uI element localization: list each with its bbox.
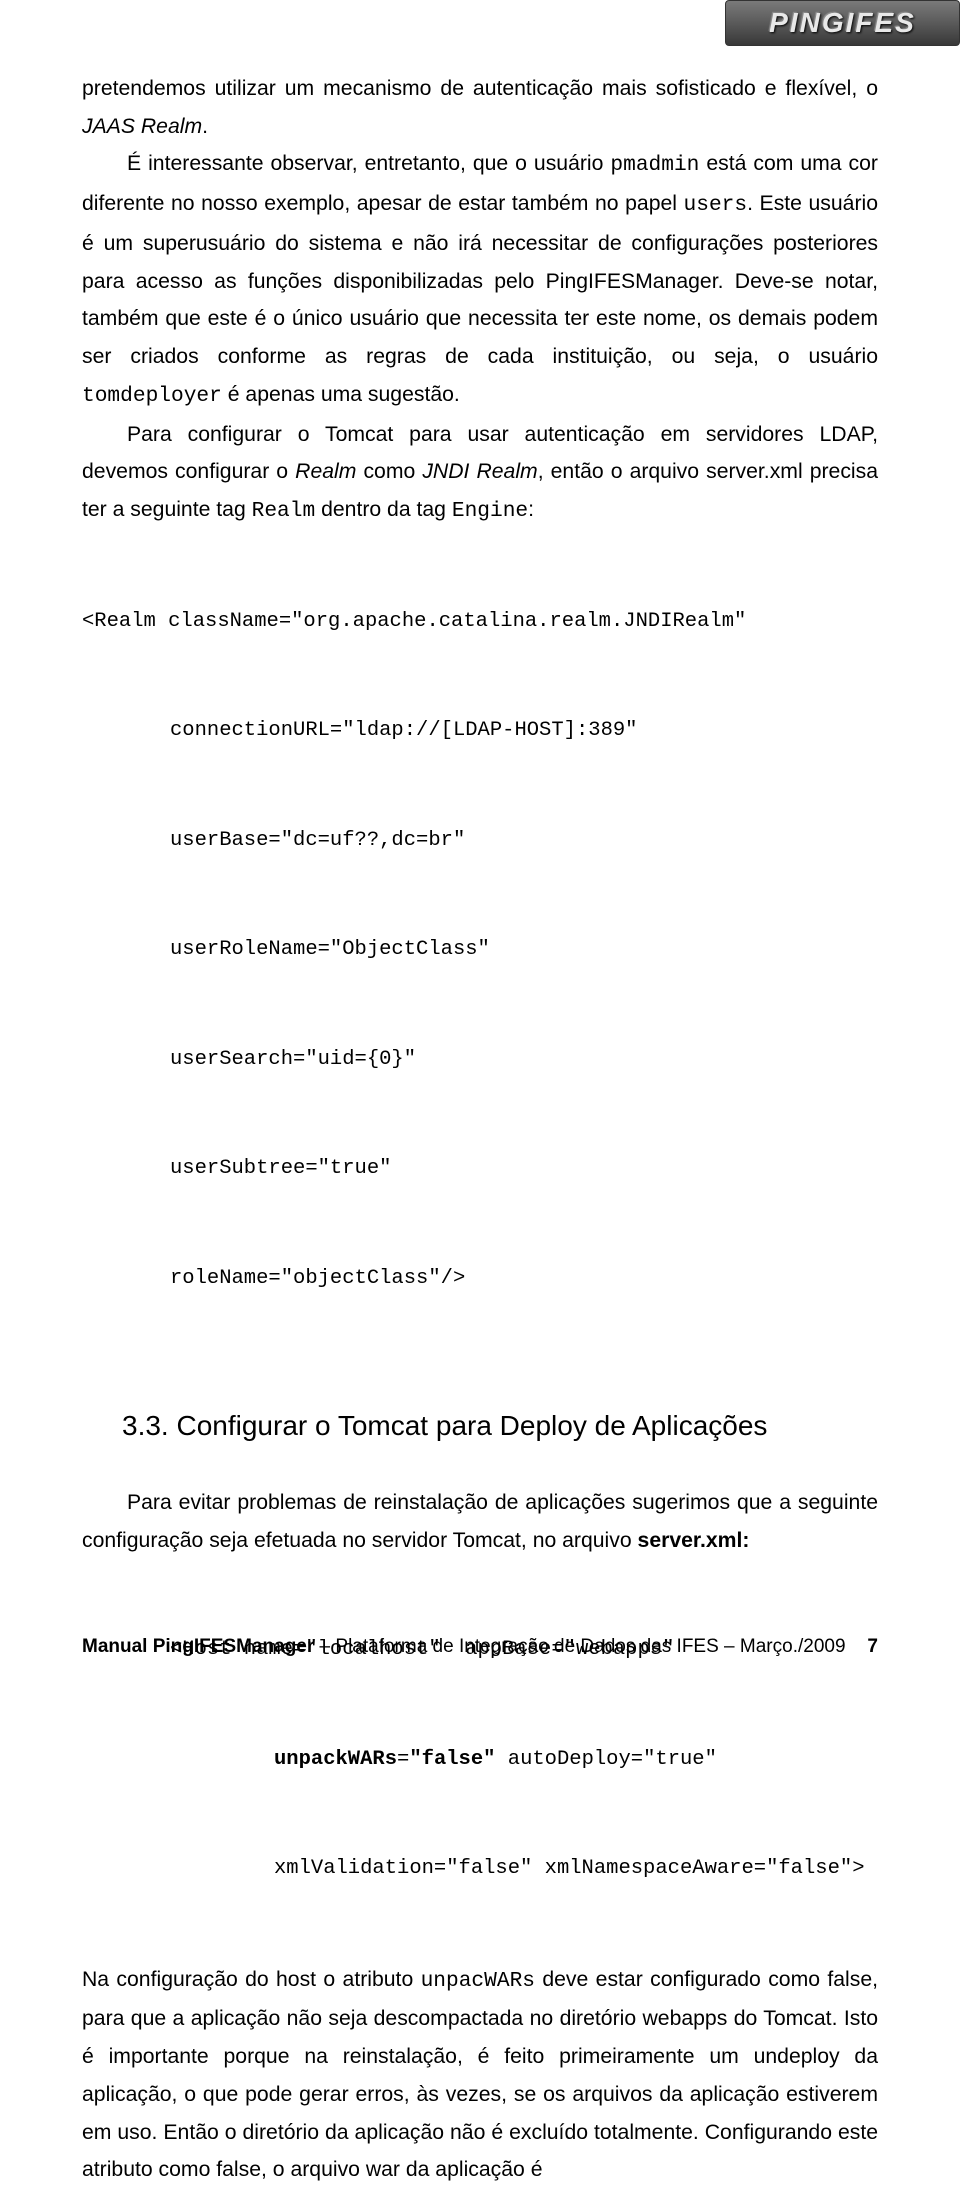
code-line: connectionURL="ldap://[LDAP-HOST]:389"	[82, 713, 878, 749]
footer-title-bold: Manual PingIFESManager	[82, 1636, 314, 1657]
page-content: pretendemos utilizar um mecanismo de aut…	[0, 0, 960, 2189]
code-inline: unpacWARs	[421, 1969, 535, 1993]
text: pretendemos utilizar um mecanismo de aut…	[82, 77, 878, 100]
code-block-host: <Host name="localhost" appBase="webapps"…	[82, 1559, 878, 1960]
text: :	[528, 498, 534, 521]
text: dentro da tag	[315, 498, 452, 521]
code-line: userSearch="uid={0}"	[82, 1042, 878, 1078]
page-footer: Manual PingIFESManager – Plataforma de I…	[82, 1636, 878, 1658]
pingifes-logo: PINGIFES	[725, 0, 960, 46]
paragraph-3: Para configurar o Tomcat para usar auten…	[82, 416, 878, 531]
code-bold: "false"	[409, 1748, 495, 1771]
code-line: roleName="objectClass"/>	[82, 1261, 878, 1297]
paragraph-2: É interessante observar, entretanto, que…	[82, 145, 878, 415]
code-line: <Realm className="org.apache.catalina.re…	[82, 604, 878, 640]
code-inline: Engine	[452, 499, 528, 523]
page-number: 7	[867, 1636, 878, 1658]
code-inline: tomdeployer	[82, 384, 222, 408]
code-line: unpackWARs="false" autoDeploy="true"	[82, 1742, 878, 1778]
text: É interessante observar, entretanto, que…	[127, 152, 610, 175]
paragraph-5: Na configuração do host o atributo unpac…	[82, 1961, 878, 2189]
text: Para evitar problemas de reinstalação de…	[82, 1491, 878, 1552]
paragraph-4: Para evitar problemas de reinstalação de…	[82, 1484, 878, 1559]
section-heading: 3.3. Configurar o Tomcat para Deploy de …	[122, 1410, 878, 1442]
code-inline: Realm	[252, 499, 316, 523]
code-line: userSubtree="true"	[82, 1151, 878, 1187]
code-inline: users	[684, 193, 748, 217]
code-line: userBase="dc=uf??,dc=br"	[82, 823, 878, 859]
paragraph-1: pretendemos utilizar um mecanismo de aut…	[82, 70, 878, 145]
text-bold: server.xml:	[638, 1529, 750, 1552]
code-text: =	[397, 1748, 409, 1771]
text: Na configuração do host o atributo	[82, 1968, 421, 1991]
text-italic: JAAS Realm	[82, 115, 202, 138]
code-bold: unpackWARs	[274, 1748, 397, 1771]
code-text: autoDeploy="true"	[495, 1748, 716, 1771]
code-line: xmlValidation="false" xmlNamespaceAware=…	[82, 1851, 878, 1887]
text: .	[202, 115, 208, 138]
text: . Este usuário é um superusuário do sist…	[82, 192, 878, 368]
footer-text: Manual PingIFESManager – Plataforma de I…	[82, 1636, 846, 1658]
text-italic: Realm	[295, 460, 356, 483]
code-block-realm: <Realm className="org.apache.catalina.re…	[82, 531, 878, 1370]
text: é apenas uma sugestão.	[222, 383, 460, 406]
text: como	[356, 460, 422, 483]
footer-title-rest: – Plataforma de Integração de Dados das …	[314, 1636, 845, 1657]
text-italic: JNDI Realm	[422, 460, 537, 483]
text: deve estar configurado como false, para …	[82, 1968, 878, 2182]
code-inline: pmadmin	[610, 153, 699, 177]
code-line: userRoleName="ObjectClass"	[82, 932, 878, 968]
